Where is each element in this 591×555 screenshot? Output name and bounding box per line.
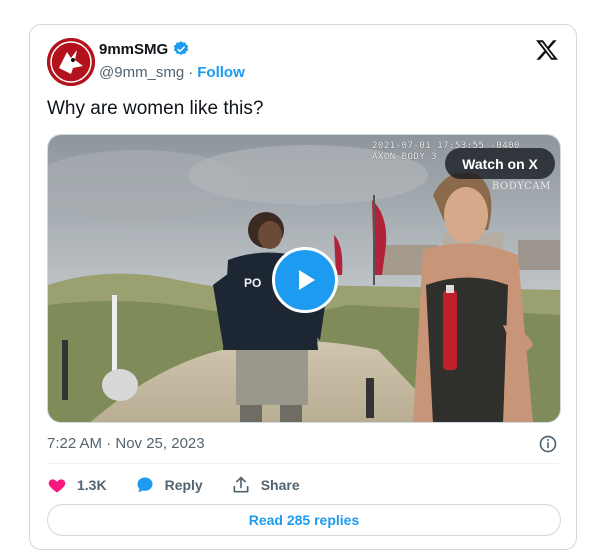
reply-button[interactable]: Reply [135,475,203,495]
play-button[interactable] [272,247,338,313]
reply-label: Reply [164,477,203,493]
divider [47,463,559,464]
watch-on-x-button[interactable]: Watch on X [445,148,555,179]
share-button[interactable]: Share [231,475,300,495]
handle-separator: · [188,64,194,81]
share-icon [233,476,249,493]
avatar[interactable] [47,38,95,86]
heart-icon [48,479,66,493]
like-count: 1.3K [77,477,107,493]
follow-button[interactable]: Follow [197,64,245,81]
reply-bubble-icon [137,477,153,493]
play-icon [299,270,315,290]
share-label: Share [260,477,300,493]
verified-badge-icon [173,41,189,56]
video-media[interactable]: PO 2021-07-01 17:53:55 -0400 AXON BODY 3… [47,134,561,423]
info-icon[interactable] [538,434,558,454]
avatar-logo-icon [47,38,95,86]
like-button[interactable]: 1.3K [47,475,107,495]
action-bar: 1.3K Reply Share [47,473,328,497]
author-handle[interactable]: @9mm_smg [99,64,184,81]
author-name[interactable]: 9mmSMG [99,41,168,58]
read-replies-button[interactable]: Read 285 replies [47,504,561,536]
tweet-timestamp[interactable]: 7:22 AM · Nov 25, 2023 [47,435,205,452]
bodycam-label: BODYCAM [492,181,551,192]
x-logo-icon[interactable] [535,38,559,62]
tweet-text: Why are women like this? [47,98,264,119]
vest-label: PO [244,276,261,290]
tweet-card: 9mmSMG @9mm_smg · Follow Why are women l… [29,24,577,550]
